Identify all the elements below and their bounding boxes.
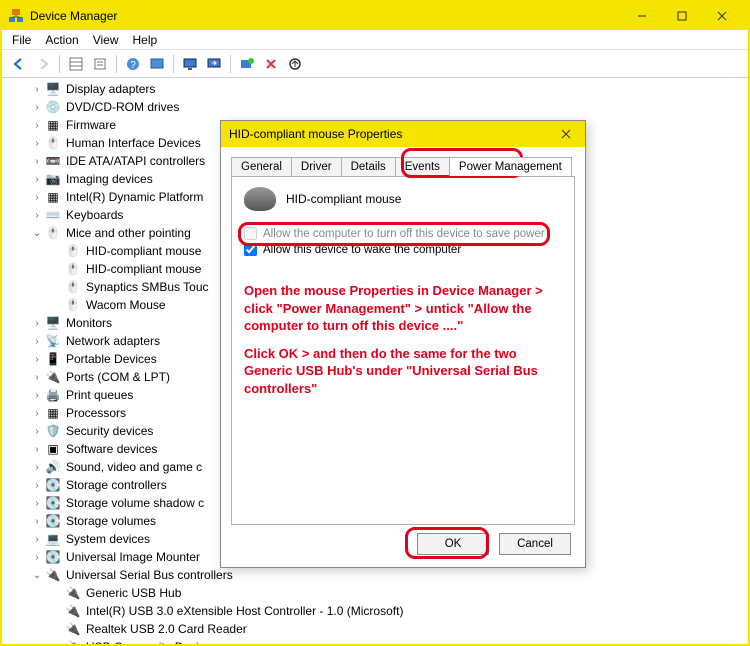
tree-leaf[interactable]: 🔌Realtek USB 2.0 Card Reader bbox=[50, 620, 748, 638]
usb-icon: 🔌 bbox=[64, 639, 82, 644]
dialog-title: HID-compliant mouse Properties bbox=[229, 127, 402, 141]
tree-node-usb[interactable]: ⌄🔌Universal Serial Bus controllers bbox=[30, 566, 748, 584]
annotation-text: Open the mouse Properties in Device Mana… bbox=[244, 282, 562, 397]
tree-leaf[interactable]: 🔌Generic USB Hub bbox=[50, 584, 748, 602]
software-icon: ▣ bbox=[44, 441, 62, 457]
forward-icon[interactable] bbox=[32, 53, 54, 75]
mouse-icon: 🖱️ bbox=[64, 243, 82, 259]
help-icon[interactable]: ? bbox=[122, 53, 144, 75]
portable-icon: 📱 bbox=[44, 351, 62, 367]
chip-icon: ▦ bbox=[44, 117, 62, 133]
maximize-button[interactable] bbox=[662, 4, 702, 28]
tree-node[interactable]: ›💿DVD/CD-ROM drives bbox=[30, 98, 748, 116]
usb-icon: 🔌 bbox=[64, 621, 82, 637]
properties-dialog: HID-compliant mouse Properties General D… bbox=[220, 120, 586, 568]
storage-icon: 💽 bbox=[44, 513, 62, 529]
tab-driver[interactable]: Driver bbox=[291, 157, 342, 176]
monitor-icon: 🖥️ bbox=[44, 315, 62, 331]
tab-events[interactable]: Events bbox=[395, 157, 450, 176]
camera-icon: 📷 bbox=[44, 171, 62, 187]
port-icon: 🔌 bbox=[44, 369, 62, 385]
shield-icon: 🛡️ bbox=[44, 423, 62, 439]
printer-icon: 🖨️ bbox=[44, 387, 62, 403]
menu-view[interactable]: View bbox=[93, 33, 119, 47]
scan-hardware-icon[interactable] bbox=[236, 53, 258, 75]
tree-leaf[interactable]: 🔌USB Composite Device bbox=[50, 638, 748, 644]
tab-power-management[interactable]: Power Management bbox=[449, 157, 572, 176]
cpu-icon: ▦ bbox=[44, 405, 62, 421]
menu-file[interactable]: File bbox=[12, 33, 31, 47]
window-title: Device Manager bbox=[30, 9, 117, 23]
menu-action[interactable]: Action bbox=[45, 33, 78, 47]
drive-icon: 📼 bbox=[44, 153, 62, 169]
checkbox-input-wake[interactable] bbox=[244, 243, 257, 256]
storage-icon: 💽 bbox=[44, 495, 62, 511]
mouse-icon: 🖱️ bbox=[44, 225, 62, 241]
usb-icon: 🔌 bbox=[64, 603, 82, 619]
network-icon: 📡 bbox=[44, 333, 62, 349]
update-driver-icon[interactable] bbox=[284, 53, 306, 75]
monitor-icon[interactable] bbox=[179, 53, 201, 75]
mouse-icon: 🖱️ bbox=[64, 261, 82, 277]
mouse-icon: 🖱️ bbox=[64, 297, 82, 313]
sound-icon: 🔊 bbox=[44, 459, 62, 475]
chip-icon: ▦ bbox=[44, 189, 62, 205]
tree-node[interactable]: ›🖥️Display adapters bbox=[30, 80, 748, 98]
device-name-label: HID-compliant mouse bbox=[286, 192, 401, 206]
hid-icon: 🖱️ bbox=[44, 135, 62, 151]
checkbox-allow-turn-off[interactable]: Allow the computer to turn off this devi… bbox=[244, 227, 562, 240]
menu-help[interactable]: Help bbox=[133, 33, 158, 47]
tab-details[interactable]: Details bbox=[341, 157, 396, 176]
disk-icon: 💽 bbox=[44, 549, 62, 565]
tab-general[interactable]: General bbox=[231, 157, 292, 176]
menu-bar: File Action View Help bbox=[2, 30, 748, 50]
mouse-large-icon bbox=[244, 187, 276, 211]
show-tree-icon[interactable] bbox=[65, 53, 87, 75]
toolbar: ? bbox=[2, 50, 748, 78]
ok-button[interactable]: OK bbox=[417, 533, 489, 555]
checkbox-input-power-off[interactable] bbox=[244, 227, 257, 240]
keyboard-icon: ⌨️ bbox=[44, 207, 62, 223]
back-icon[interactable] bbox=[8, 53, 30, 75]
tree-leaf[interactable]: 🔌Intel(R) USB 3.0 eXtensible Host Contro… bbox=[50, 602, 748, 620]
minimize-button[interactable] bbox=[622, 4, 662, 28]
dialog-close-icon[interactable] bbox=[555, 123, 577, 145]
monitor-arrow-icon[interactable] bbox=[203, 53, 225, 75]
storage-icon: 💽 bbox=[44, 477, 62, 493]
system-icon: 💻 bbox=[44, 531, 62, 547]
app-icon bbox=[8, 8, 24, 24]
remove-device-icon[interactable] bbox=[260, 53, 282, 75]
mouse-icon: 🖱️ bbox=[64, 279, 82, 295]
disc-icon: 💿 bbox=[44, 99, 62, 115]
checkbox-allow-wake[interactable]: Allow this device to wake the computer bbox=[244, 243, 562, 256]
properties-icon[interactable] bbox=[89, 53, 111, 75]
close-button[interactable] bbox=[702, 4, 742, 28]
view-icon[interactable] bbox=[146, 53, 168, 75]
svg-text:?: ? bbox=[130, 60, 136, 71]
usb-icon: 🔌 bbox=[44, 567, 62, 583]
cancel-button[interactable]: Cancel bbox=[499, 533, 571, 555]
dialog-tabs: General Driver Details Events Power Mana… bbox=[231, 153, 575, 177]
usb-icon: 🔌 bbox=[64, 585, 82, 601]
display-icon: 🖥️ bbox=[44, 81, 62, 97]
